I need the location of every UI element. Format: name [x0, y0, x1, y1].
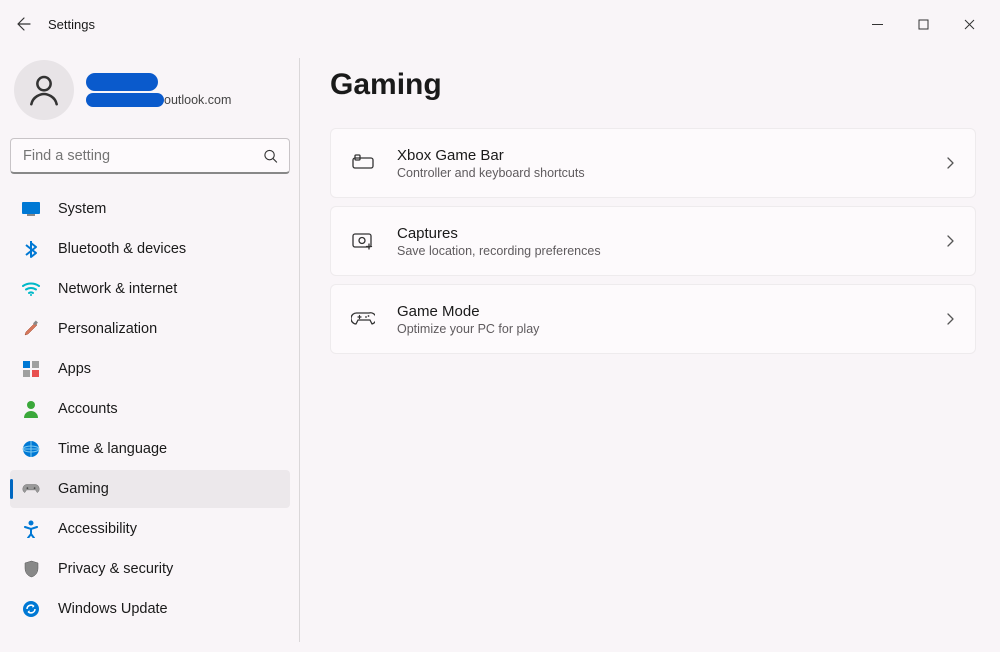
- nav-item-system[interactable]: System: [10, 190, 290, 228]
- accessibility-icon: [22, 520, 40, 538]
- tile-title: Xbox Game Bar: [397, 147, 585, 164]
- close-button[interactable]: [946, 8, 992, 40]
- back-button[interactable]: [8, 8, 40, 40]
- window-title: Settings: [48, 17, 95, 32]
- nav-label: Privacy & security: [58, 561, 173, 577]
- update-icon: [22, 600, 40, 618]
- nav-label: System: [58, 201, 106, 217]
- nav-item-personalization[interactable]: Personalization: [10, 310, 290, 348]
- nav-label: Personalization: [58, 321, 157, 337]
- wifi-icon: [22, 280, 40, 298]
- minimize-button[interactable]: [854, 8, 900, 40]
- maximize-button[interactable]: [900, 8, 946, 40]
- avatar: [14, 60, 74, 120]
- nav-item-privacy[interactable]: Privacy & security: [10, 550, 290, 588]
- maximize-icon: [918, 19, 929, 30]
- tile-title: Captures: [397, 225, 601, 242]
- chevron-right-icon: [946, 234, 955, 248]
- shield-icon: [22, 560, 40, 578]
- minimize-icon: [872, 19, 883, 30]
- profile-section[interactable]: outlook.com: [10, 48, 290, 138]
- nav-item-accounts[interactable]: Accounts: [10, 390, 290, 428]
- gamepad-icon: [22, 480, 40, 498]
- person-icon: [25, 71, 63, 109]
- game-mode-icon: [351, 307, 375, 331]
- nav-label: Time & language: [58, 441, 167, 457]
- chevron-right-icon: [946, 156, 955, 170]
- divider: [299, 58, 300, 642]
- tile-xbox-game-bar[interactable]: Xbox Game Bar Controller and keyboard sh…: [330, 128, 976, 198]
- nav-label: Gaming: [58, 481, 109, 497]
- tile-captures[interactable]: Captures Save location, recording prefer…: [330, 206, 976, 276]
- settings-tiles: Xbox Game Bar Controller and keyboard sh…: [330, 128, 976, 354]
- display-icon: [22, 200, 40, 218]
- chevron-right-icon: [946, 312, 955, 326]
- close-icon: [964, 19, 975, 30]
- redacted-email: [86, 93, 164, 107]
- nav-item-time-language[interactable]: Time & language: [10, 430, 290, 468]
- nav-item-windows-update[interactable]: Windows Update: [10, 590, 290, 628]
- nav-label: Apps: [58, 361, 91, 377]
- nav-item-accessibility[interactable]: Accessibility: [10, 510, 290, 548]
- paintbrush-icon: [22, 320, 40, 338]
- search-box[interactable]: [10, 138, 290, 174]
- sidebar: outlook.com System Bluetooth & devices N…: [0, 48, 300, 652]
- tile-title: Game Mode: [397, 303, 539, 320]
- xbox-bar-icon: [351, 151, 375, 175]
- nav-list: System Bluetooth & devices Network & int…: [10, 190, 290, 628]
- tile-game-mode[interactable]: Game Mode Optimize your PC for play: [330, 284, 976, 354]
- redacted-name: [86, 73, 158, 91]
- tile-subtitle: Controller and keyboard shortcuts: [397, 166, 585, 180]
- captures-icon: [351, 229, 375, 253]
- titlebar: Settings: [0, 0, 1000, 48]
- nav-label: Windows Update: [58, 601, 168, 617]
- nav-item-gaming[interactable]: Gaming: [10, 470, 290, 508]
- tile-subtitle: Optimize your PC for play: [397, 322, 539, 336]
- account-icon: [22, 400, 40, 418]
- nav-label: Accessibility: [58, 521, 137, 537]
- apps-icon: [22, 360, 40, 378]
- profile-text: outlook.com: [86, 73, 231, 107]
- nav-item-network[interactable]: Network & internet: [10, 270, 290, 308]
- tile-subtitle: Save location, recording preferences: [397, 244, 601, 258]
- bluetooth-icon: [22, 240, 40, 258]
- search-icon: [263, 149, 278, 164]
- nav-item-bluetooth[interactable]: Bluetooth & devices: [10, 230, 290, 268]
- search-input[interactable]: [10, 138, 290, 174]
- globe-icon: [22, 440, 40, 458]
- page-title: Gaming: [330, 68, 976, 102]
- nav-label: Network & internet: [58, 281, 177, 297]
- nav-label: Bluetooth & devices: [58, 241, 186, 257]
- content-area: Gaming Xbox Game Bar Controller and keyb…: [300, 48, 1000, 652]
- window-controls: [854, 8, 992, 40]
- nav-item-apps[interactable]: Apps: [10, 350, 290, 388]
- arrow-left-icon: [16, 16, 32, 32]
- nav-label: Accounts: [58, 401, 118, 417]
- email-partial: outlook.com: [164, 93, 231, 107]
